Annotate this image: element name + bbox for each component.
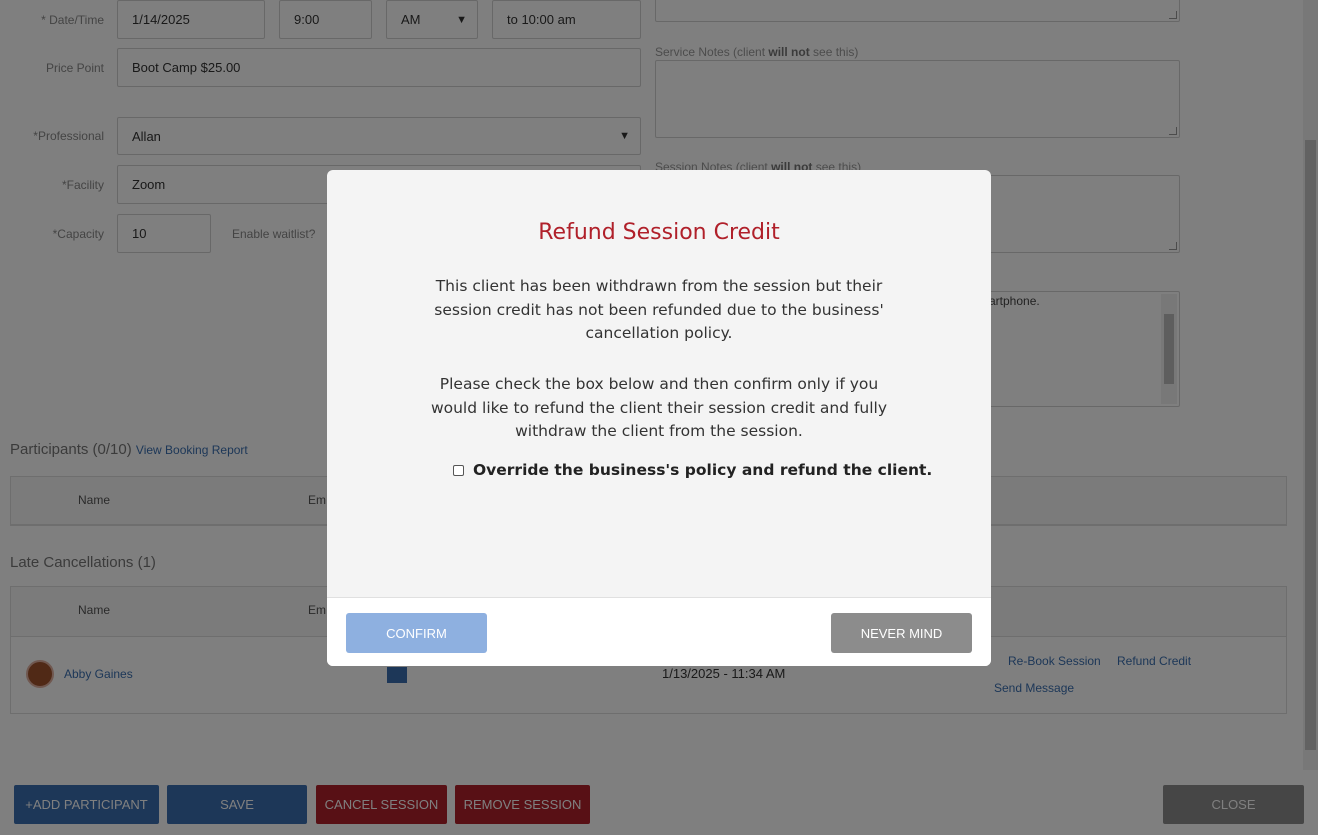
dialog-message-2: Please check the box below and then conf… xyxy=(430,375,888,440)
dialog-footer: CONFIRM NEVER MIND xyxy=(327,597,991,666)
dialog-title: Refund Session Credit xyxy=(538,220,780,245)
never-mind-button[interactable]: NEVER MIND xyxy=(831,613,972,653)
dialog-message-1: This client has been withdrawn from the … xyxy=(434,277,884,342)
override-policy-label[interactable]: Override the business's policy and refun… xyxy=(473,461,932,479)
override-policy-row[interactable]: Override the business's policy and refun… xyxy=(453,461,932,479)
refund-session-credit-dialog: Refund Session Credit This client has be… xyxy=(327,170,991,666)
override-policy-checkbox[interactable] xyxy=(453,464,464,476)
confirm-button[interactable]: CONFIRM xyxy=(346,613,487,653)
